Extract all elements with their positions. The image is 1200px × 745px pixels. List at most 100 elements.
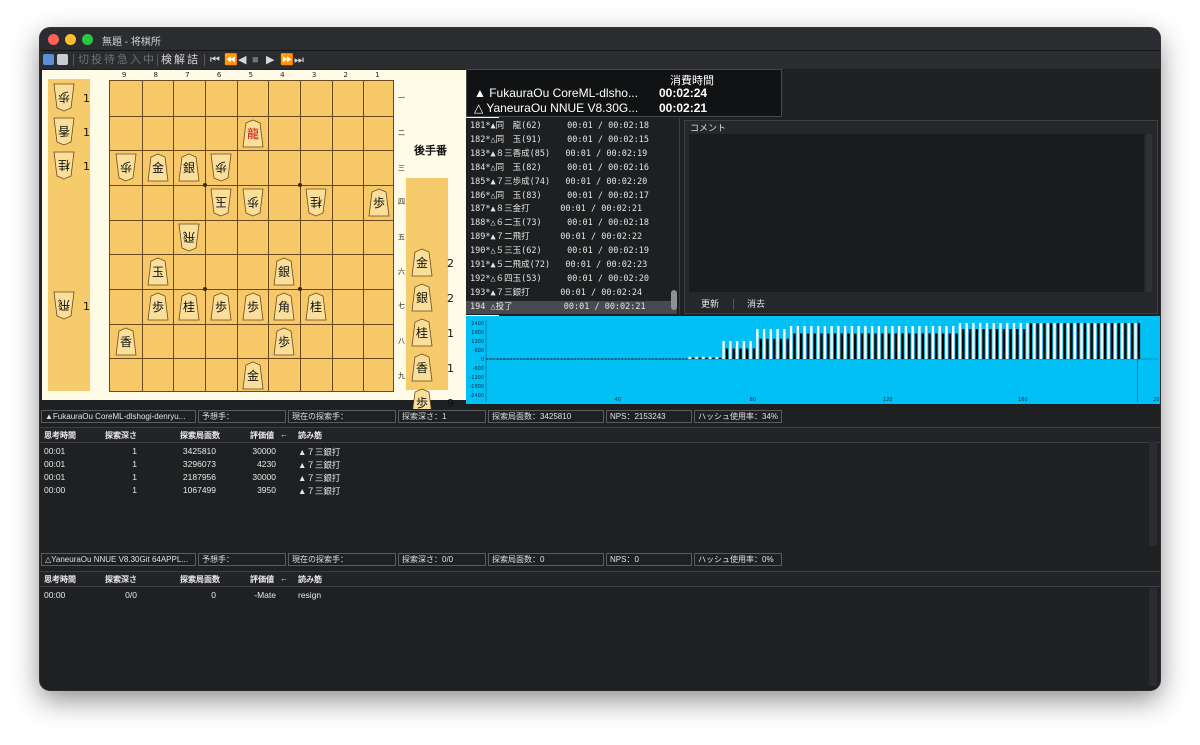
- board-star-point: [298, 287, 302, 291]
- sente-eval-bar: [600, 358, 604, 360]
- gote-pawn-piece[interactable]: 歩: [210, 153, 232, 182]
- back-ten-button[interactable]: ⏪: [224, 53, 238, 67]
- sente-hand-gold[interactable]: 金: [411, 248, 433, 277]
- first-move-button[interactable]: ⏮: [210, 53, 220, 67]
- engine1-header-2[interactable]: 探索深さ: [105, 430, 137, 441]
- engine1-header-4[interactable]: 評価値: [250, 430, 274, 441]
- save-icon[interactable]: [43, 54, 54, 65]
- comment-scrollbar[interactable]: [1146, 134, 1152, 292]
- engine1-depth: 探索深さ：1: [398, 410, 486, 423]
- engine2-header-3[interactable]: 探索局面数: [180, 574, 220, 585]
- sente-knight-piece[interactable]: 桂: [178, 292, 200, 321]
- gote-rook-piece[interactable]: 飛: [178, 223, 200, 252]
- toolbar-kanji-button-8[interactable]: 解: [174, 53, 185, 67]
- gote-eval-bar: [766, 338, 769, 359]
- engine2-header-2[interactable]: 探索深さ: [105, 574, 137, 585]
- kifu-move-row[interactable]: 193*▲７三銀打 00:01 / 00:02:24: [470, 287, 642, 300]
- sente-silver-piece[interactable]: 銀: [178, 153, 200, 182]
- kifu-move-row[interactable]: 190*△５三玉(62) 00:01 / 00:02:19: [470, 245, 649, 258]
- sente-dragon-piece[interactable]: 龍: [242, 119, 264, 148]
- engine2-header-4[interactable]: 評価値: [250, 574, 274, 585]
- gote-hand-pawn[interactable]: 歩: [53, 83, 75, 112]
- sente-eval-bar: [816, 326, 820, 359]
- gote-hand-rook[interactable]: 飛: [53, 291, 75, 320]
- kifu-move-row[interactable]: 183*▲８三香成(85) 00:01 / 00:02:19: [470, 148, 647, 161]
- graph-x-tick-label: 120: [883, 397, 893, 403]
- kifu-move-row[interactable]: 186*△同 玉(83) 00:01 / 00:02:17: [470, 190, 649, 203]
- kifu-move-row[interactable]: 182*△同 玉(91) 00:01 / 00:02:15: [470, 134, 649, 147]
- sente-pawn-piece[interactable]: 歩: [368, 188, 390, 217]
- zoom-window-button[interactable]: [82, 34, 93, 45]
- sente-lance-piece[interactable]: 香: [115, 327, 137, 356]
- gote-pawn-piece[interactable]: 歩: [115, 153, 137, 182]
- kifu-move-row[interactable]: 191*▲５二飛成(72) 00:01 / 00:02:23: [470, 259, 647, 272]
- sente-king-piece[interactable]: 玉: [147, 257, 169, 286]
- gote-pawn-piece[interactable]: 歩: [242, 188, 264, 217]
- rank-label: 二: [398, 129, 405, 137]
- gote-eval-bar: [975, 329, 979, 359]
- sente-pawn-piece[interactable]: 歩: [273, 327, 295, 356]
- minimize-window-button[interactable]: [65, 34, 76, 45]
- engine1-header-3[interactable]: 探索局面数: [180, 430, 220, 441]
- engine1-scrollbar[interactable]: [1149, 442, 1157, 546]
- shogi-board[interactable]: 龍歩金銀歩玉歩桂歩飛玉銀歩桂歩歩角桂香歩金: [109, 80, 394, 392]
- sente-bishop-piece[interactable]: 角: [273, 292, 295, 321]
- kifu-move-row[interactable]: 188*△６二玉(73) 00:01 / 00:02:18: [470, 217, 649, 230]
- graph-y-tick-label: 600: [474, 348, 484, 354]
- toolbar-kanji-button-5[interactable]: 入: [130, 53, 141, 67]
- back-one-button[interactable]: ◀: [238, 53, 246, 67]
- kifu-move-row[interactable]: 194 △投了 00:01 / 00:02:21: [466, 300, 677, 314]
- engine2-scrollbar[interactable]: [1149, 588, 1157, 686]
- sente-eval-bar: [722, 341, 725, 359]
- stop-button[interactable]: ■: [252, 53, 259, 67]
- sente-hand-silver[interactable]: 銀: [411, 283, 433, 312]
- engine1-header-6[interactable]: 読み筋: [298, 430, 322, 441]
- toolbar-kanji-button-7[interactable]: 検: [161, 53, 172, 67]
- sente-hand-knight[interactable]: 桂: [411, 318, 433, 347]
- kifu-list[interactable]: 181*▲同 龍(62) 00:01 / 00:02:18 182*△同 玉(91…: [466, 118, 680, 315]
- last-move-button[interactable]: ⏭: [294, 53, 304, 67]
- kifu-move-row[interactable]: 185*▲７三歩成(74) 00:01 / 00:02:20: [470, 176, 647, 189]
- kifu-move-row[interactable]: 184*△同 玉(82) 00:01 / 00:02:16: [470, 162, 649, 175]
- comment-textarea[interactable]: [689, 134, 1144, 292]
- sente-eval-bar: [553, 358, 556, 360]
- sente-pawn-piece[interactable]: 歩: [147, 292, 169, 321]
- engine1-cell: 3425810: [182, 446, 216, 456]
- toolbar-kanji-button-4[interactable]: 急: [117, 53, 128, 67]
- sente-pawn-piece[interactable]: 歩: [242, 292, 264, 321]
- sente-pawn-piece[interactable]: 歩: [210, 292, 232, 321]
- gote-hand-knight[interactable]: 桂: [53, 151, 75, 180]
- sente-gold-piece[interactable]: 金: [147, 153, 169, 182]
- sente-silver-piece[interactable]: 銀: [273, 257, 295, 286]
- engine1-header-5[interactable]: ←: [280, 430, 288, 439]
- svg-text:金: 金: [416, 255, 428, 270]
- kifu-move-row[interactable]: 189*▲７二飛打 00:01 / 00:02:22: [470, 231, 642, 244]
- engine2-header-5[interactable]: ←: [280, 574, 288, 583]
- sente-knight-piece[interactable]: 桂: [305, 292, 327, 321]
- sente-gold-piece[interactable]: 金: [242, 361, 264, 390]
- close-window-button[interactable]: [48, 34, 59, 45]
- engine1-header-1[interactable]: 思考時間: [44, 430, 76, 441]
- comment-clear-button[interactable]: 消去: [735, 297, 777, 312]
- print-icon[interactable]: [57, 54, 68, 65]
- gote-king-piece[interactable]: 玉: [210, 188, 232, 217]
- gote-hand-lance[interactable]: 香: [53, 117, 75, 146]
- forward-ten-button[interactable]: ⏩: [280, 53, 294, 67]
- engine2-header-6[interactable]: 読み筋: [298, 574, 322, 585]
- kifu-move-row[interactable]: 181*▲同 龍(62) 00:01 / 00:02:18: [470, 120, 649, 133]
- kifu-move-row[interactable]: 187*▲８三金打 00:01 / 00:02:21: [470, 203, 642, 216]
- kifu-scrollbar[interactable]: [671, 290, 677, 310]
- gote-eval-bar: [719, 357, 722, 359]
- toolbar-kanji-button-1[interactable]: 切: [78, 53, 89, 67]
- gote-knight-piece[interactable]: 桂: [305, 188, 327, 217]
- toolbar-kanji-button-6[interactable]: 中: [143, 53, 154, 67]
- toolbar-kanji-button-2[interactable]: 投: [91, 53, 102, 67]
- evaluation-graph[interactable]: 2400 1800 1200 600 0 -600 -1200 -1800 -2400 40 80 1…: [466, 316, 1160, 404]
- toolbar-kanji-button-3[interactable]: 待: [104, 53, 115, 67]
- kifu-move-row[interactable]: 192*△６四玉(53) 00:01 / 00:02:20: [470, 273, 649, 286]
- sente-hand-lance[interactable]: 香: [411, 353, 433, 382]
- engine2-header-1[interactable]: 思考時間: [44, 574, 76, 585]
- toolbar-kanji-button-9[interactable]: 詰: [187, 53, 198, 67]
- forward-one-button[interactable]: ▶: [266, 53, 274, 67]
- comment-update-button[interactable]: 更新: [689, 297, 731, 312]
